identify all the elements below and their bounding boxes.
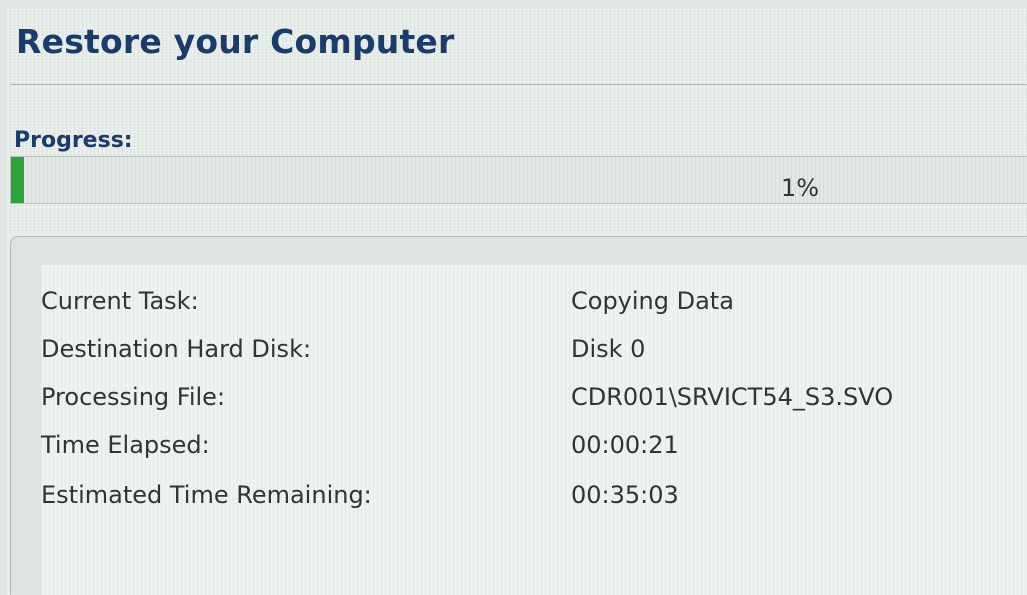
time-elapsed-value: 00:00:21: [571, 431, 679, 459]
destination-disk-label: Destination Hard Disk:: [41, 335, 312, 363]
restore-window: Restore your Computer Progress: 1% Curre…: [6, 8, 1027, 595]
current-task-value: Copying Data: [571, 287, 734, 315]
processing-file-label: Processing File:: [41, 383, 226, 411]
progress-label: Progress:: [14, 128, 133, 153]
details-panel: Current Task: Copying Data Destination H…: [10, 236, 1027, 595]
destination-disk-value: Disk 0: [571, 335, 646, 363]
progress-bar-fill: [11, 157, 25, 203]
time-remaining-label: Estimated Time Remaining:: [41, 481, 372, 509]
page-title: Restore your Computer: [16, 22, 455, 61]
time-remaining-value: 00:35:03: [571, 481, 679, 509]
progress-bar: 1%: [10, 156, 1027, 204]
detail-row-destination-disk: Destination Hard Disk: Disk 0: [41, 335, 645, 365]
time-elapsed-label: Time Elapsed:: [41, 431, 210, 459]
processing-file-value: CDR001\SRVICT54_S3.SVO: [571, 383, 894, 411]
detail-row-processing-file: Processing File: CDR001\SRVICT54_S3.SVO: [41, 383, 893, 413]
detail-row-current-task: Current Task: Copying Data: [41, 287, 734, 317]
detail-row-time-elapsed: Time Elapsed: 00:00:21: [41, 431, 679, 461]
title-divider: [10, 84, 1027, 85]
current-task-label: Current Task:: [41, 287, 199, 315]
detail-row-time-remaining: Estimated Time Remaining: 00:35:03: [41, 481, 679, 511]
progress-percent: 1%: [781, 174, 820, 202]
